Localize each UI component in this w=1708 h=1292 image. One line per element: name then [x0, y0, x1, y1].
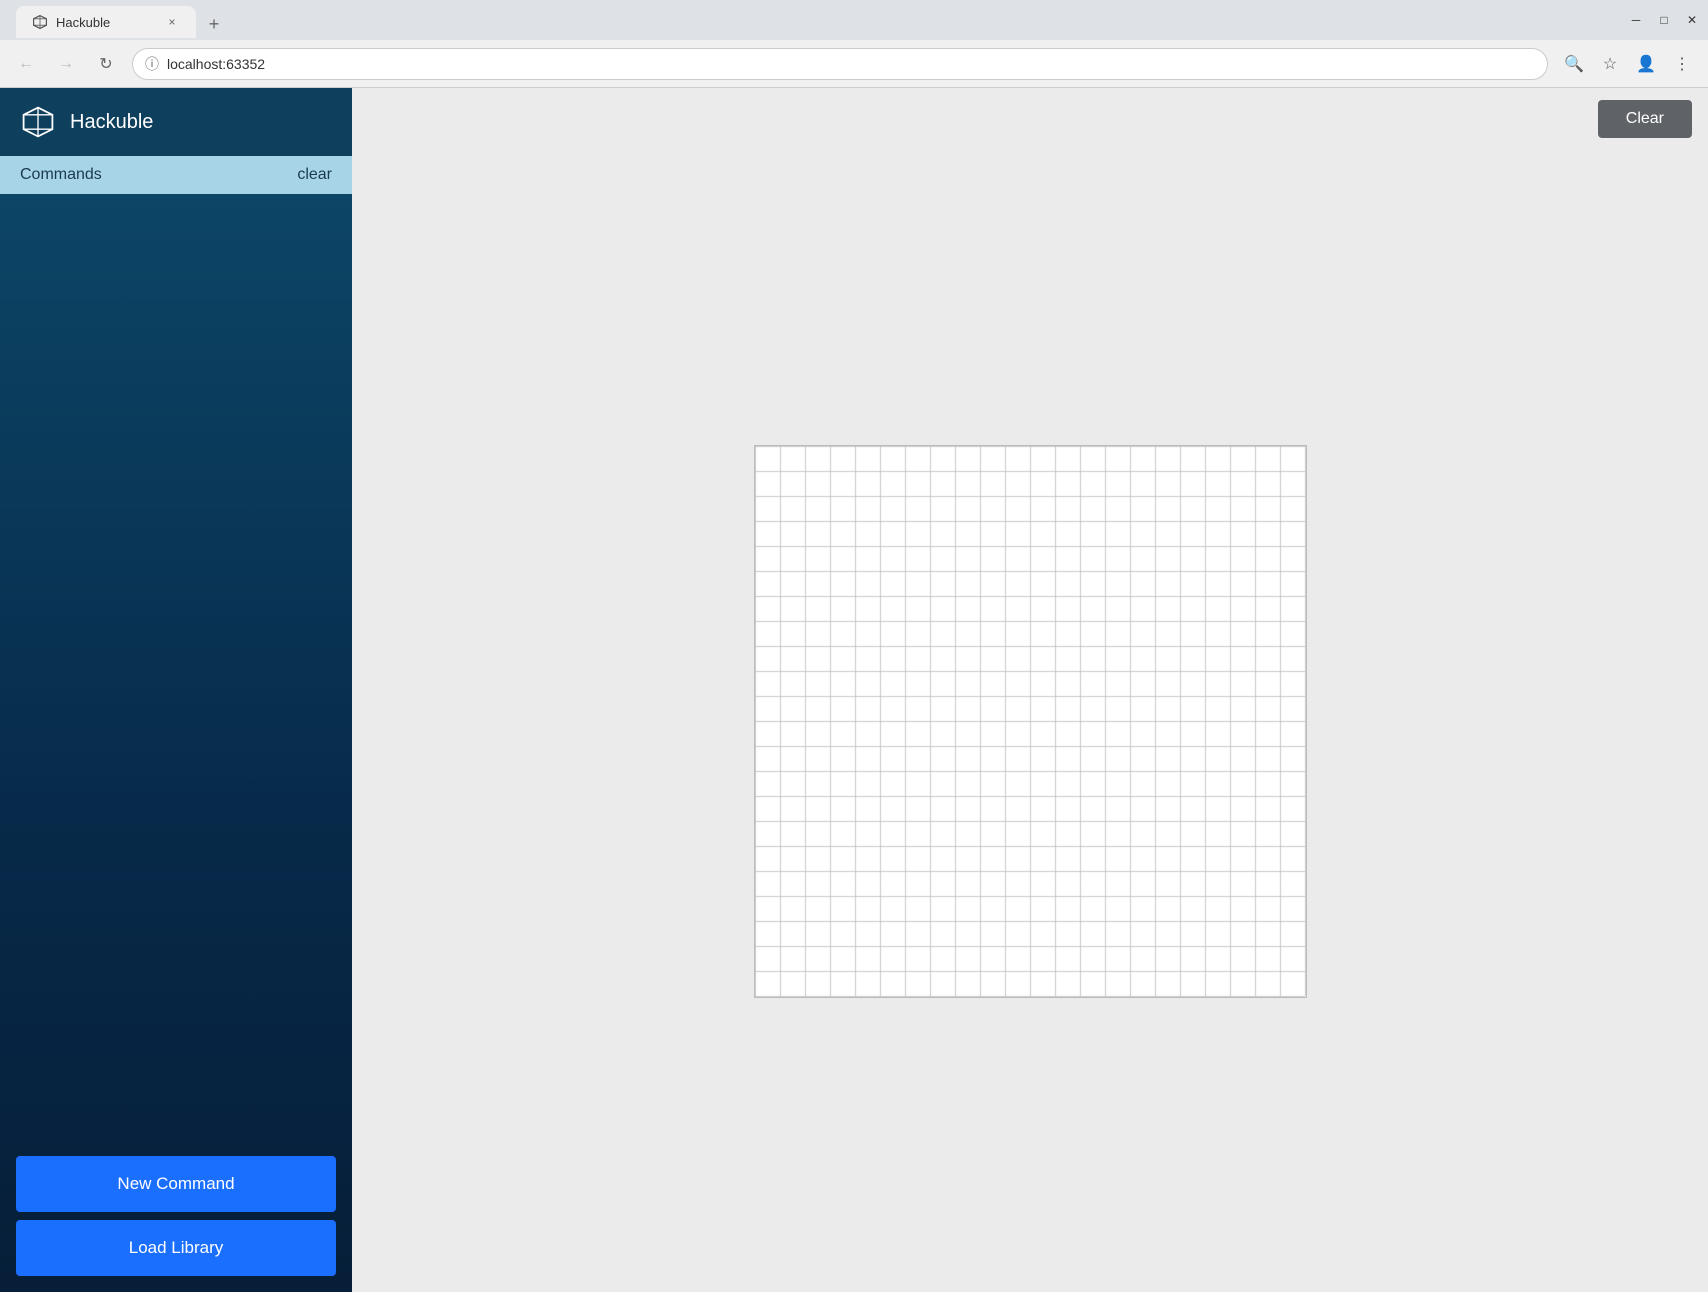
canvas-area	[352, 150, 1708, 1292]
tab-close-button[interactable]: ×	[164, 14, 180, 30]
new-tab-button[interactable]: +	[200, 10, 228, 38]
info-icon: ⓘ	[145, 54, 159, 74]
profile-button[interactable]: 👤	[1632, 50, 1660, 78]
new-command-button[interactable]: New Command	[16, 1156, 336, 1212]
reload-button[interactable]: ↻	[92, 50, 120, 78]
active-tab[interactable]: Hackuble ×	[16, 6, 196, 38]
tab-title: Hackuble	[56, 15, 110, 30]
back-button[interactable]: ←	[12, 50, 40, 78]
app-logo-icon	[20, 104, 56, 140]
sidebar: Hackuble Commands clear New Command Load…	[0, 88, 352, 1292]
tab-favicon-icon	[32, 14, 48, 30]
commands-label: Commands	[20, 166, 102, 184]
commands-list	[0, 194, 352, 1140]
title-bar: Hackuble × + ─ □ ✕	[0, 0, 1708, 40]
bookmark-button[interactable]: ☆	[1596, 50, 1624, 78]
address-input-wrap: ⓘ	[132, 48, 1548, 80]
minimize-button[interactable]: ─	[1628, 12, 1644, 28]
forward-button[interactable]: →	[52, 50, 80, 78]
main-content: Clear	[352, 88, 1708, 1292]
load-library-button[interactable]: Load Library	[16, 1220, 336, 1276]
browser-chrome: Hackuble × + ─ □ ✕ ← → ↻ ⓘ 🔍 ☆ 👤 ⋮	[0, 0, 1708, 88]
sidebar-bottom: New Command Load Library	[0, 1140, 352, 1292]
address-input[interactable]	[167, 56, 1535, 72]
browser-actions: 🔍 ☆ 👤 ⋮	[1560, 50, 1696, 78]
window-controls: ─ □ ✕	[1628, 12, 1700, 28]
app-container: Hackuble Commands clear New Command Load…	[0, 88, 1708, 1292]
clear-commands-link[interactable]: clear	[297, 166, 332, 184]
main-toolbar: Clear	[352, 88, 1708, 150]
commands-bar: Commands clear	[0, 156, 352, 194]
grid-canvas	[754, 445, 1307, 998]
menu-button[interactable]: ⋮	[1668, 50, 1696, 78]
tab-bar: Hackuble × +	[8, 2, 1620, 38]
maximize-button[interactable]: □	[1656, 12, 1672, 28]
close-button[interactable]: ✕	[1684, 12, 1700, 28]
address-bar: ← → ↻ ⓘ 🔍 ☆ 👤 ⋮	[0, 40, 1708, 88]
sidebar-header: Hackuble	[0, 88, 352, 156]
zoom-button[interactable]: 🔍	[1560, 50, 1588, 78]
clear-button[interactable]: Clear	[1598, 100, 1692, 138]
app-title: Hackuble	[70, 111, 153, 134]
